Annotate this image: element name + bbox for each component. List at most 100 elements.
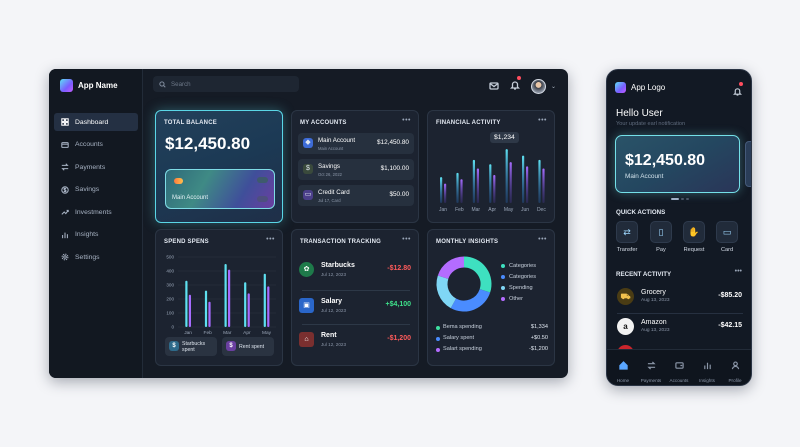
financial-activity-card: FINANCIAL ACTIVITY ••• $1,234 Jan Feb Mar A…: [427, 110, 555, 223]
monthly-insights-card: MONTHLY INSIGHTS ••• Categories Categori…: [427, 229, 555, 366]
home-icon: ⌂: [299, 332, 314, 347]
starbucks-icon: ✿: [299, 262, 314, 277]
app-name: App Name: [78, 80, 118, 90]
donut-hole: [448, 268, 480, 300]
recent-row[interactable]: ⛟ Grocery Aug 13, 2023 -$85.20: [615, 283, 745, 312]
transaction-row[interactable]: ▣ Salary Jul 12, 2023 +$4,100: [297, 292, 415, 322]
transaction-date: Jul 12, 2023: [321, 342, 347, 347]
legend-dot: [501, 264, 505, 268]
card-label: Main Account: [172, 195, 209, 201]
avatar[interactable]: [530, 78, 546, 94]
recent-date: Aug 13, 2023: [641, 328, 670, 333]
dollar-icon: $: [226, 341, 236, 351]
tab-home[interactable]: Home: [609, 357, 637, 383]
card-icon: [61, 141, 69, 148]
tab-profile[interactable]: Profile: [721, 357, 749, 383]
sidebar-item-settings[interactable]: Settings: [54, 248, 138, 266]
bars-icon: [703, 362, 711, 370]
activity-bar: [542, 168, 545, 203]
recent-date: Aug 13, 2023: [641, 298, 670, 303]
user-icon: [731, 361, 739, 370]
x-tick-label: Dec: [537, 207, 546, 213]
briefcase-icon: ▣: [299, 298, 314, 313]
brand[interactable]: App Name: [60, 78, 118, 92]
recent-row[interactable]: a Amazon Aug 13, 2023 -$42.15: [615, 313, 745, 342]
account-amount: $1,100.00: [380, 165, 409, 172]
pay-icon: ▯: [650, 221, 672, 243]
transaction-amount: -$12.80: [387, 265, 411, 272]
spend-bar: [244, 282, 247, 327]
tab-label: Payments: [640, 378, 662, 383]
activity-bar: [476, 168, 479, 203]
chip-label: Rent spent: [239, 344, 265, 350]
search-bar[interactable]: [153, 76, 299, 92]
greeting: Hello User: [616, 108, 663, 119]
sidebar-item-label: Insights: [75, 231, 99, 238]
next-card-peek[interactable]: [745, 141, 751, 187]
total-balance-card[interactable]: TOTAL BALANCE $12,450.80 Main Account: [155, 110, 283, 223]
card-pager: [671, 198, 689, 200]
starbucks-spent-chip[interactable]: $ Starbucks spent: [165, 337, 217, 356]
transaction-amount: +$4,100: [385, 301, 412, 308]
sidebar-item-dashboard[interactable]: Dashboard: [54, 113, 138, 131]
tab-insights[interactable]: Insights: [693, 357, 721, 383]
more-icon[interactable]: •••: [735, 268, 742, 275]
transaction-row[interactable]: ✿ Starbucks Jul 12, 2023 -$12.80: [297, 256, 415, 286]
card-title: TOTAL BALANCE: [164, 120, 217, 126]
sidebar-item-label: Dashboard: [75, 118, 109, 126]
amazon-icon: a: [617, 318, 634, 335]
mobile-app: App Logo Hello User Your update earl not…: [606, 69, 752, 386]
notification-button[interactable]: [509, 76, 521, 95]
chip-label: Starbucks spent: [182, 341, 206, 353]
sidebar-item-investments[interactable]: Investments: [54, 203, 138, 221]
legend-label: Categories: [509, 263, 537, 269]
sidebar-item-accounts[interactable]: Accounts: [54, 136, 138, 154]
chevron-down-icon[interactable]: ⌄: [551, 83, 556, 90]
insight-value: -$1,200: [529, 346, 548, 352]
mail-icon[interactable]: [489, 81, 499, 91]
x-tick-label: May: [504, 207, 514, 213]
sidebar-item-insights[interactable]: Insights: [54, 226, 138, 244]
bank-card[interactable]: Main Account: [165, 169, 275, 209]
quick-action-request[interactable]: ✋ Request: [681, 221, 707, 253]
arrows-icon: [646, 361, 656, 370]
app-logo-icon: [615, 82, 626, 93]
rent-spent-chip[interactable]: $ Rent spent: [222, 337, 274, 356]
tab-label: Profile: [728, 378, 742, 383]
pager-dot: [686, 198, 689, 200]
legend-label: Categories: [509, 274, 537, 280]
tab-payments[interactable]: Payments: [637, 357, 665, 383]
spend-bar: [224, 264, 227, 327]
card-icon: ▭: [716, 221, 738, 243]
account-row-main[interactable]: ◆ Main Account Main Account $12,450.80: [298, 133, 414, 154]
legend-dot: [436, 325, 440, 330]
spend-bar: [267, 286, 270, 327]
more-icon[interactable]: •••: [402, 236, 411, 243]
tab-accounts[interactable]: Accounts: [665, 357, 693, 383]
quick-action-card[interactable]: ▭ Card: [714, 221, 740, 253]
mobile-balance-card[interactable]: $12,450.80 Main Account: [615, 135, 740, 193]
pager-dot: [681, 198, 684, 200]
sidebar-item-savings[interactable]: Savings: [54, 181, 138, 199]
quick-action-transfer[interactable]: ⇄ Transfer: [614, 221, 640, 253]
y-tick-label: 400: [166, 269, 174, 274]
search-input[interactable]: [171, 80, 291, 88]
more-icon[interactable]: •••: [402, 117, 411, 124]
sidebar: App Name Dashboard Accounts Payments Sav…: [49, 69, 143, 378]
financial-activity-chart: Jan Feb Mar Apr May Jun Dec: [439, 149, 546, 213]
transaction-row[interactable]: ⌂ Rent Jul 12, 2023 -$1,200: [297, 326, 415, 356]
y-tick-label: 200: [166, 297, 174, 302]
notification-button[interactable]: [732, 82, 743, 101]
wallet-icon: [674, 362, 684, 369]
balance-amount: $12,450.80: [625, 152, 706, 169]
legend-item: Categories: [501, 274, 536, 280]
y-tick-label: 500: [166, 255, 174, 260]
dollar-icon: $: [303, 164, 313, 174]
recent-amount: -$42.15: [718, 322, 742, 329]
sidebar-item-payments[interactable]: Payments: [54, 158, 138, 176]
account-row-credit[interactable]: ▭ Credit Card Jul 17, Card $50.00: [298, 185, 414, 206]
quick-action-pay[interactable]: ▯ Pay: [648, 221, 674, 253]
legend-item: Spending: [501, 285, 533, 291]
account-row-savings[interactable]: $ Savings Oct 26, 2022 $1,100.00: [298, 159, 414, 180]
bell-icon: [509, 81, 521, 90]
